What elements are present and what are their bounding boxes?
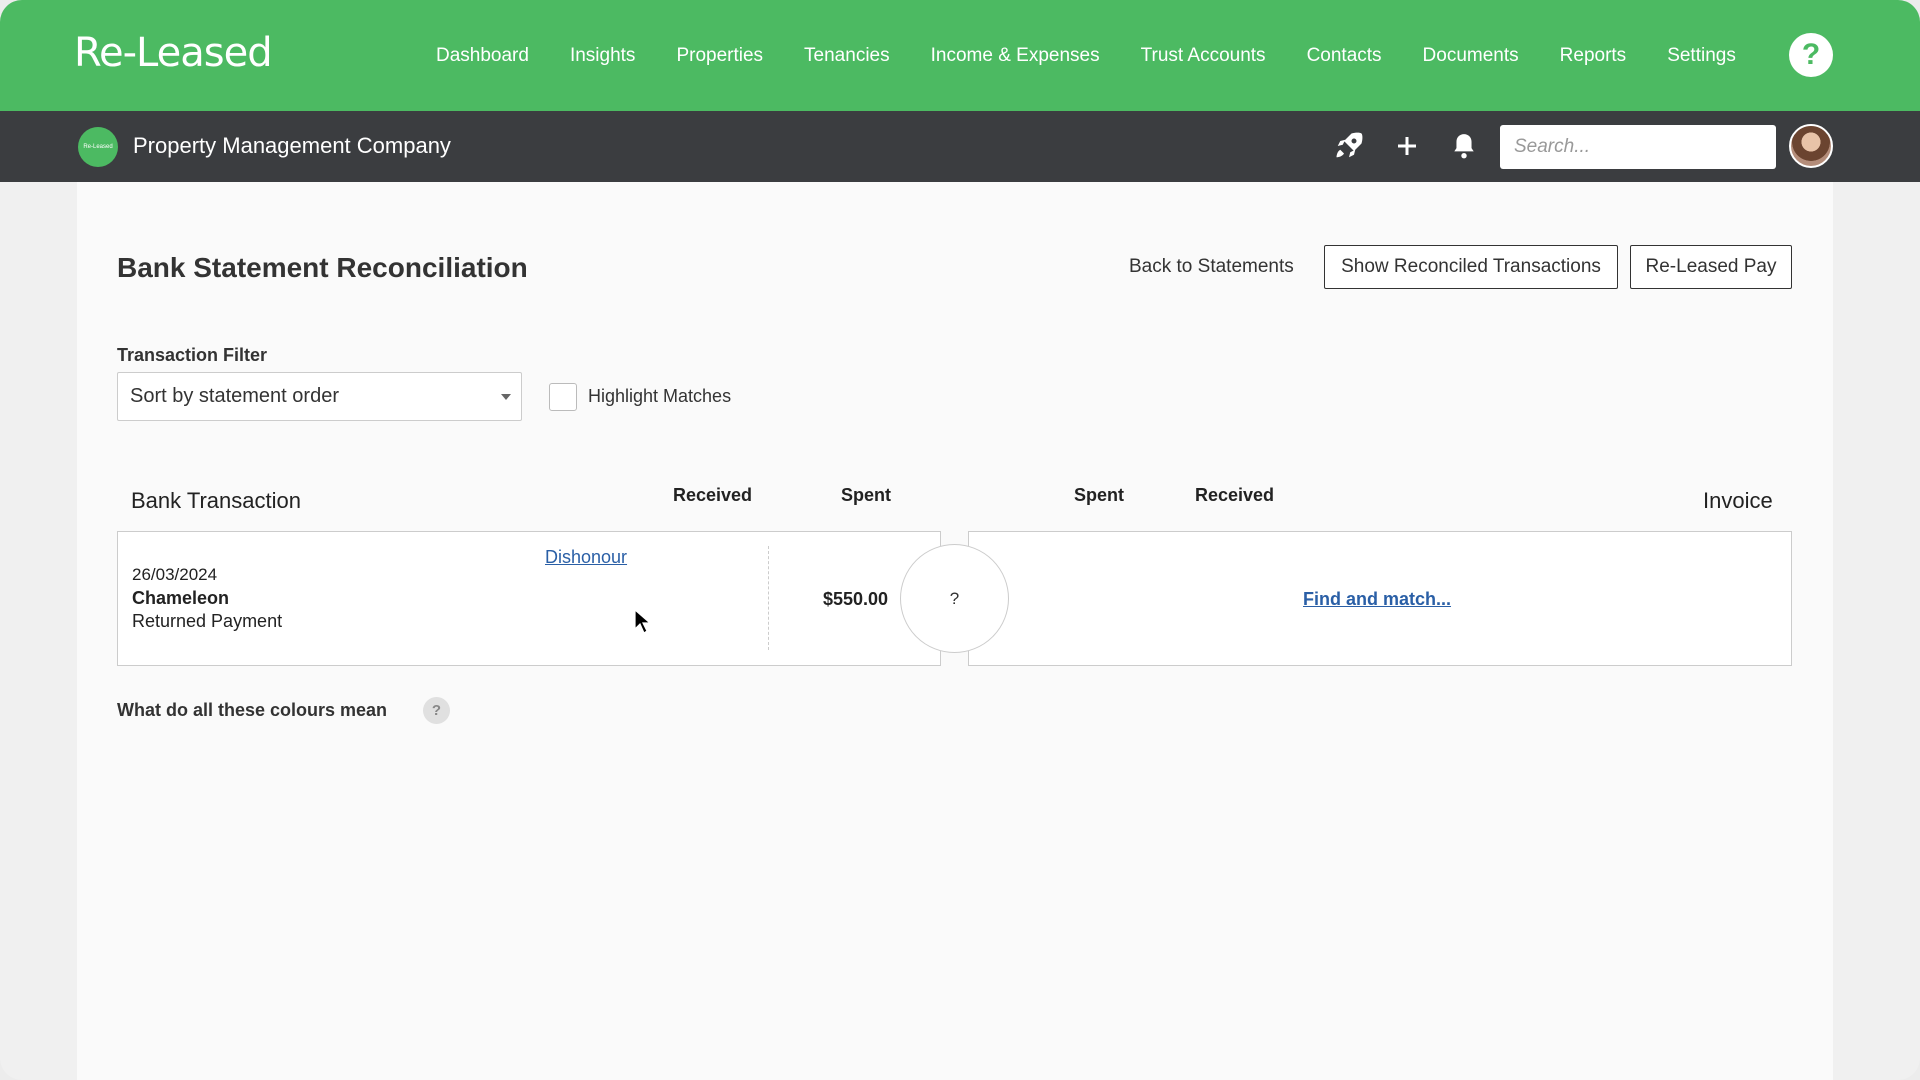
main-nav: Dashboard Insights Properties Tenancies … bbox=[436, 0, 1777, 111]
help-icon[interactable]: ? bbox=[1789, 33, 1833, 77]
nav-documents[interactable]: Documents bbox=[1423, 45, 1519, 67]
transaction-name: Chameleon bbox=[132, 588, 230, 608]
transaction-filter-select[interactable]: Sort by statement order bbox=[117, 372, 522, 421]
left-spent-header: Spent bbox=[841, 485, 892, 505]
company-bar: Re-Leased Property Management Company bbox=[0, 111, 1920, 182]
nav-dashboard[interactable]: Dashboard bbox=[436, 45, 529, 67]
nav-trust-accounts[interactable]: Trust Accounts bbox=[1141, 45, 1266, 67]
transaction-filter-value: Sort by statement order bbox=[130, 385, 339, 407]
chevron-down-icon bbox=[501, 394, 511, 400]
nav-reports[interactable]: Reports bbox=[1560, 45, 1627, 67]
app-window: Re-Leased Dashboard Insights Properties … bbox=[0, 0, 1920, 1080]
company-logo: Re-Leased bbox=[78, 127, 118, 167]
bank-transaction-row bbox=[117, 531, 941, 666]
avatar[interactable] bbox=[1789, 124, 1833, 168]
left-received-header: Received bbox=[673, 485, 753, 505]
brand-logo[interactable]: Re-Leased bbox=[74, 30, 273, 76]
dishonour-link[interactable]: Dishonour bbox=[545, 547, 627, 568]
right-spent-header: Spent bbox=[1074, 485, 1125, 505]
page-title: Bank Statement Reconciliation bbox=[117, 252, 528, 283]
find-and-match-link[interactable]: Find and match... bbox=[1303, 589, 1451, 610]
invoice-header: Invoice bbox=[1703, 488, 1773, 513]
transaction-filter-label: Transaction Filter bbox=[117, 345, 268, 365]
nav-contacts[interactable]: Contacts bbox=[1307, 45, 1382, 67]
bell-icon[interactable] bbox=[1447, 129, 1481, 163]
company-name[interactable]: Property Management Company bbox=[133, 133, 451, 159]
bank-transaction-header: Bank Transaction bbox=[131, 488, 301, 513]
search-input[interactable] bbox=[1500, 125, 1776, 169]
nav-income-expenses[interactable]: Income & Expenses bbox=[931, 45, 1100, 67]
highlight-matches-label[interactable]: Highlight Matches bbox=[588, 386, 731, 407]
rocket-icon[interactable] bbox=[1332, 129, 1366, 163]
nav-insights[interactable]: Insights bbox=[570, 45, 635, 67]
mouse-cursor-icon bbox=[634, 609, 652, 634]
transaction-date: 26/03/2024 bbox=[132, 565, 218, 584]
nav-properties[interactable]: Properties bbox=[676, 45, 763, 67]
colours-question: What do all these colours mean bbox=[117, 700, 388, 720]
released-pay-button[interactable]: Re-Leased Pay bbox=[1630, 245, 1792, 289]
back-to-statements-link[interactable]: Back to Statements bbox=[1129, 256, 1294, 278]
transaction-spent-amount: $550.00 bbox=[823, 589, 889, 609]
nav-settings[interactable]: Settings bbox=[1667, 45, 1736, 67]
match-status-circle[interactable]: ? bbox=[900, 544, 1009, 653]
show-reconciled-button[interactable]: Show Reconciled Transactions bbox=[1324, 245, 1618, 289]
nav-tenancies[interactable]: Tenancies bbox=[804, 45, 890, 67]
highlight-matches-checkbox[interactable] bbox=[549, 383, 577, 411]
right-received-header: Received bbox=[1195, 485, 1275, 505]
plus-icon[interactable] bbox=[1390, 129, 1424, 163]
colours-help-icon[interactable]: ? bbox=[423, 697, 450, 724]
transaction-description: Returned Payment bbox=[132, 611, 283, 631]
row-divider bbox=[768, 546, 769, 650]
top-navigation-bar: Re-Leased Dashboard Insights Properties … bbox=[0, 0, 1920, 111]
